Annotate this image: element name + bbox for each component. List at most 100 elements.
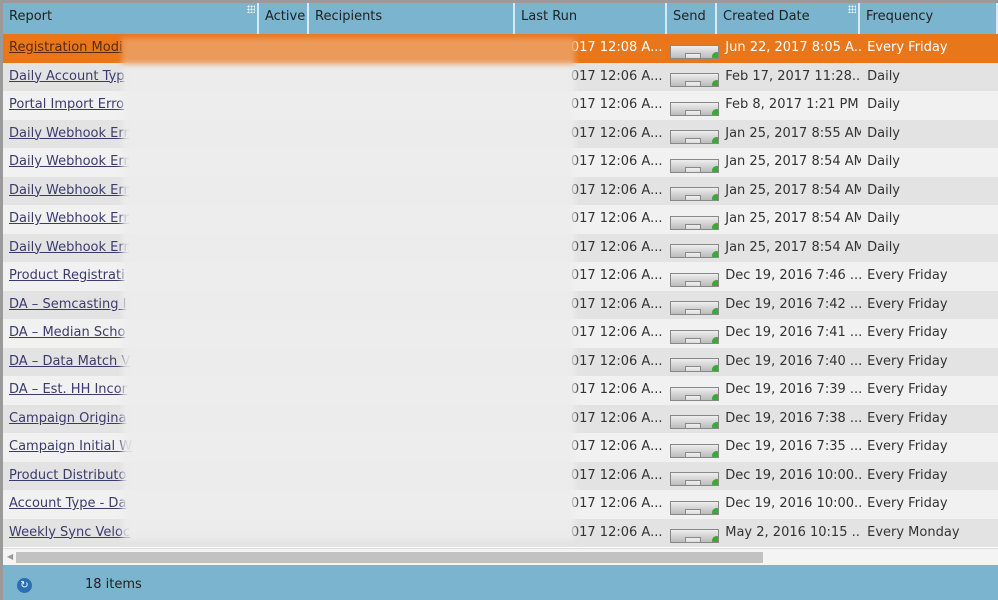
column-header-last-run[interactable]: Last Run [515,3,667,34]
column-label: Created Date [723,9,810,24]
column-header-active[interactable]: Active [259,3,309,34]
report-link[interactable]: Daily Account Typ [9,69,125,84]
send-report-icon[interactable] [684,537,701,543]
column-header-frequency[interactable]: Frequency [860,3,998,34]
cell-freq: Daily [867,182,901,198]
cell-created: Jan 25, 2017 8:54 AM [725,182,862,198]
report-link[interactable]: Account Type - Da [9,496,126,511]
cell-send [669,386,720,401]
cell-created: Dec 19, 2016 7:40 ... [725,353,862,369]
report-link[interactable]: Registration Modi [9,40,123,55]
column-label: Last Run [521,9,578,24]
cell-created: Feb 17, 2017 11:28... [725,68,862,84]
report-link[interactable]: DA – Est. HH Incor [9,382,127,397]
horizontal-scrollbar[interactable]: ◀ [3,548,998,565]
cell-freq: Every Friday [867,325,948,340]
resize-grip-icon[interactable] [247,5,255,13]
send-report-icon[interactable] [684,508,701,514]
send-report-icon[interactable] [684,138,701,144]
send-report-icon[interactable] [684,81,701,87]
send-report-icon[interactable] [684,423,701,429]
column-header-report[interactable]: Report [3,3,259,34]
send-report-icon[interactable] [684,280,701,286]
scroll-left-icon[interactable]: ◀ [7,552,13,561]
send-report-icon[interactable] [684,195,701,201]
send-report-icon[interactable] [684,52,701,58]
grid-header: Report Active Recipients Last Run Send Create… [3,3,998,34]
last-run-text: 017 12:06 A... [570,382,662,397]
column-header-recipients[interactable]: Recipients [309,3,515,34]
cell-created: Dec 19, 2016 10:00... [725,496,862,511]
send-report-icon[interactable] [684,109,701,115]
report-link[interactable]: Portal Import Erro [9,97,124,112]
cell-freq: Daily [867,125,901,141]
cell-send [669,329,720,344]
cell-freq: Every Friday [867,410,948,426]
send-report-icon[interactable] [684,309,701,315]
last-run-text: 017 12:06 A... [570,410,662,426]
cell-freq: Every Friday [867,439,948,454]
redacted-region [122,38,575,540]
report-link[interactable]: Campaign Initial W [9,439,132,454]
cell-send [669,500,720,515]
report-link[interactable]: Daily Webhook Err [9,126,129,141]
cell-send [669,272,720,287]
resize-grip-icon[interactable] [848,5,856,13]
last-run-text: 017 12:06 A... [570,439,662,454]
column-header-created-date[interactable]: Created Date [717,3,860,34]
cell-send [669,529,720,544]
send-report-icon[interactable] [684,223,701,229]
report-link[interactable]: DA – Semcasting I [9,297,126,312]
cell-freq: Daily [867,97,901,112]
cell-freq: Daily [867,154,901,169]
send-report-icon[interactable] [684,166,701,172]
report-link[interactable]: Campaign Origina [9,411,126,426]
column-label: Active [265,9,306,24]
cell-freq: Daily [867,239,901,255]
cell-send [669,44,720,59]
column-label: Recipients [315,9,383,24]
report-link[interactable]: Daily Webhook Err [9,240,129,255]
cell-created: Jan 25, 2017 8:55 AM [725,125,862,141]
report-link[interactable]: DA – Data Match V [9,354,130,369]
cell-send [669,358,720,373]
report-link[interactable]: Product Registrati [9,268,125,283]
last-run-text: 017 12:06 A... [570,467,662,483]
cell-created: Dec 19, 2016 7:46 ... [725,268,862,283]
cell-freq: Daily [867,68,901,84]
cell-created: Feb 8, 2017 1:21 PM [725,97,859,112]
report-link[interactable]: Daily Webhook Err [9,211,129,226]
report-link[interactable]: Daily Webhook Err [9,183,129,198]
cell-send [669,443,720,458]
send-report-icon[interactable] [684,337,701,343]
send-report-icon[interactable] [684,451,701,457]
column-header-send[interactable]: Send [667,3,717,34]
scrollbar-thumb[interactable] [16,552,763,563]
cell-created: Jan 25, 2017 8:54 AM [725,239,862,255]
cell-freq: Every Friday [867,268,948,283]
cell-created: Dec 19, 2016 7:41 ... [725,325,862,340]
cell-send [669,130,720,145]
cell-created: Jan 25, 2017 8:54 AM [725,154,862,169]
last-run-text: 017 12:06 A... [570,211,662,226]
cell-freq: Every Friday [867,496,948,511]
cell-send [669,187,720,202]
send-report-icon[interactable] [684,394,701,400]
send-report-icon[interactable] [684,366,701,372]
cell-freq: Every Friday [867,40,948,55]
last-run-text: 017 12:06 A... [570,154,662,169]
report-link[interactable]: Weekly Sync Veloc [9,525,130,540]
report-link[interactable]: Daily Webhook Err [9,154,129,169]
send-report-icon[interactable] [684,480,701,486]
report-link[interactable]: Product Distributo [9,468,126,483]
send-report-icon[interactable] [684,252,701,258]
column-label: Send [673,9,706,24]
report-link[interactable]: DA – Median Scho [9,325,125,340]
last-run-text: 017 12:06 A... [570,524,662,540]
item-count: 18 items [85,577,142,592]
grid-footer: ↻ 18 items [3,565,998,600]
refresh-icon[interactable]: ↻ [17,578,32,593]
cell-send [669,73,720,88]
cell-created: May 2, 2016 10:15 ... [725,524,862,540]
column-label: Report [9,9,53,24]
